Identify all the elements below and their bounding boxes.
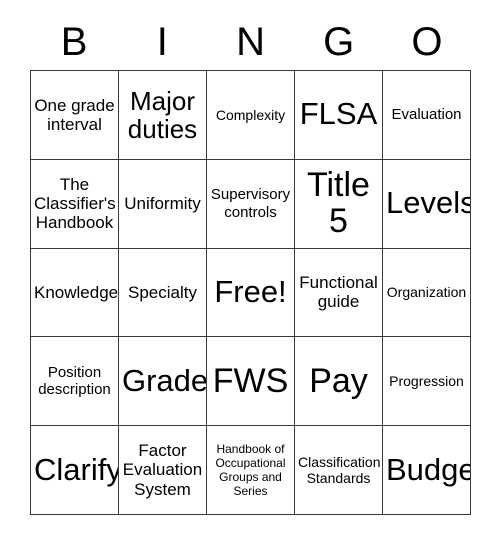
header-letter-n: N	[236, 20, 265, 64]
bingo-cell[interactable]: Handbook of Occupational Groups and Seri…	[207, 426, 295, 515]
bingo-cell-label: The Classifier's Handbook	[34, 174, 116, 233]
bingo-cell-label: Position description	[38, 364, 111, 399]
bingo-cell-label: Title 5	[307, 166, 370, 240]
bingo-cell-label: FWS	[212, 361, 289, 400]
header-letter-g: G	[323, 20, 355, 64]
header-letter-b: B	[60, 20, 88, 64]
bingo-cell[interactable]: Functional guide	[295, 248, 383, 338]
bingo-cell[interactable]: Supervisory controls	[207, 159, 295, 249]
bingo-cell[interactable]: Grade	[119, 337, 207, 427]
bingo-cell[interactable]: Specialty	[119, 248, 207, 338]
bingo-cell-label: Supervisory controls	[210, 186, 291, 221]
bingo-cell-label: Major duties	[127, 85, 198, 144]
bingo-cell-label: Specialty	[128, 282, 197, 302]
bingo-cell[interactable]: One grade interval	[31, 71, 119, 160]
bingo-cell-label: Free!	[214, 274, 287, 310]
bingo-cell[interactable]: Position description	[31, 337, 119, 427]
bingo-cell-label: Knowledge	[34, 282, 119, 302]
bingo-cell-label: Levels	[386, 185, 471, 221]
bingo-cell-label: Budget	[386, 451, 470, 487]
bingo-card: B I N G O One grade interval Major duties…	[0, 0, 500, 544]
bingo-cell[interactable]: Knowledge	[31, 248, 119, 338]
bingo-cell-label: Evaluation	[391, 106, 462, 124]
bingo-cell-label: Organization	[386, 284, 467, 301]
bingo-cell[interactable]: Complexity	[207, 71, 295, 160]
bingo-cell-label: Clarify	[34, 451, 119, 487]
bingo-cell[interactable]: Progression	[383, 337, 471, 427]
bingo-header: B I N G O	[30, 14, 471, 70]
bingo-cell[interactable]: Clarify	[31, 426, 119, 515]
bingo-cell-label: Factor Evaluation System	[122, 441, 203, 499]
bingo-cell[interactable]: Pay	[295, 337, 383, 427]
bingo-cell-label: FLSA	[299, 96, 378, 132]
bingo-cell-label: One grade interval	[34, 95, 115, 134]
bingo-cell[interactable]: FWS	[207, 337, 295, 427]
bingo-cell-label: Functional guide	[299, 273, 378, 312]
bingo-cell-label: Progression	[389, 373, 464, 390]
bingo-cell-label: Grade	[122, 362, 207, 398]
bingo-cell-label: Pay	[309, 361, 368, 400]
header-letter-i: I	[156, 20, 168, 64]
bingo-cell[interactable]: Major duties	[119, 71, 207, 160]
bingo-cell[interactable]: Levels	[383, 159, 471, 249]
bingo-cell[interactable]: Free!	[207, 248, 295, 338]
bingo-cell-label: Handbook of Occupational Groups and Seri…	[215, 441, 286, 499]
bingo-cell-label: Uniformity	[124, 194, 201, 213]
bingo-cell[interactable]: Factor Evaluation System	[119, 426, 207, 515]
bingo-cell[interactable]: Budget	[383, 426, 471, 515]
bingo-cell-label: Complexity	[215, 106, 286, 123]
header-letter-o: O	[411, 20, 443, 64]
bingo-cell[interactable]: Evaluation	[383, 71, 471, 160]
bingo-cell[interactable]: Organization	[383, 248, 471, 338]
bingo-cell[interactable]: The Classifier's Handbook	[31, 159, 119, 249]
bingo-cell[interactable]: Uniformity	[119, 159, 207, 249]
bingo-grid: One grade interval Major duties Complexity…	[30, 70, 471, 515]
bingo-cell[interactable]: FLSA	[295, 71, 383, 160]
bingo-cell-label: Classification Standards	[298, 454, 381, 487]
bingo-cell[interactable]: Title 5	[295, 159, 383, 249]
bingo-cell[interactable]: Classification Standards	[295, 426, 383, 515]
